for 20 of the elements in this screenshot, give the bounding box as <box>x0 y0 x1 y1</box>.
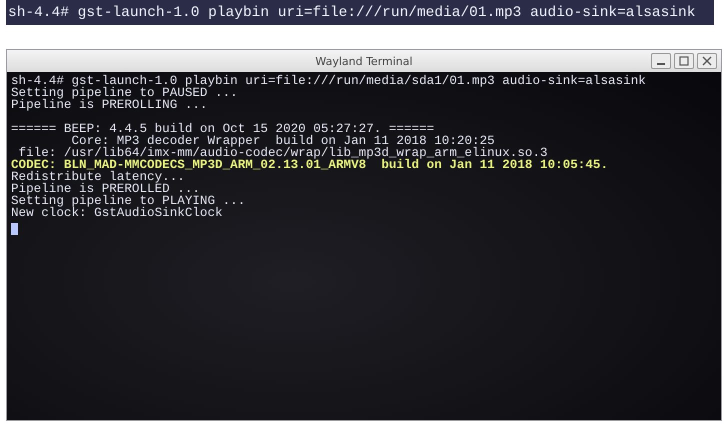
maximize-icon <box>679 56 689 66</box>
terminal-line: file: /usr/lib64/imx-mm/audio-codec/wrap/lib_mp3d_wrap_arm_elinux.so.3 <box>18 147 548 159</box>
close-icon <box>702 56 712 66</box>
window-title: Wayland Terminal <box>315 54 413 68</box>
terminal-line: ====== BEEP: 4.4.5 build on Oct 15 2020 05:27:27. ====== <box>11 123 435 135</box>
terminal-line: Redistribute latency... <box>11 171 186 183</box>
terminal-line: Pipeline is PREROLLED ... <box>11 183 200 195</box>
minimize-icon <box>657 63 665 65</box>
terminal-line: New clock: GstAudioSinkClock <box>11 207 224 219</box>
text-cursor <box>11 223 18 235</box>
maximize-button[interactable] <box>674 53 694 69</box>
terminal-line: sh-4.4# gst-launch-1.0 playbin uri=file:///run/media/sda1/01.mp3 audio-sink=alsasink <box>11 75 647 87</box>
terminal-line: Setting pipeline to PLAYING ... <box>11 195 246 207</box>
command-text: sh-4.4# gst-launch-1.0 playbin uri=file:///run/media/01.mp3 audio-sink=alsasink <box>8 4 696 20</box>
close-button[interactable] <box>697 53 717 69</box>
terminal-line: Pipeline is PREROLLING ... <box>11 99 208 111</box>
terminal-line: Core: MP3 decoder Wrapper build on Jan 11 2018 10:20:25 <box>71 135 495 147</box>
terminal-line: CODEC: BLN_MAD-MMCODECS_MP3D_ARM_02.13.01_ARMV8 build on Jan 11 2018 10:05:45. <box>11 159 610 171</box>
terminal-line: Setting pipeline to PAUSED ... <box>11 87 239 99</box>
minimize-button[interactable] <box>651 53 671 69</box>
